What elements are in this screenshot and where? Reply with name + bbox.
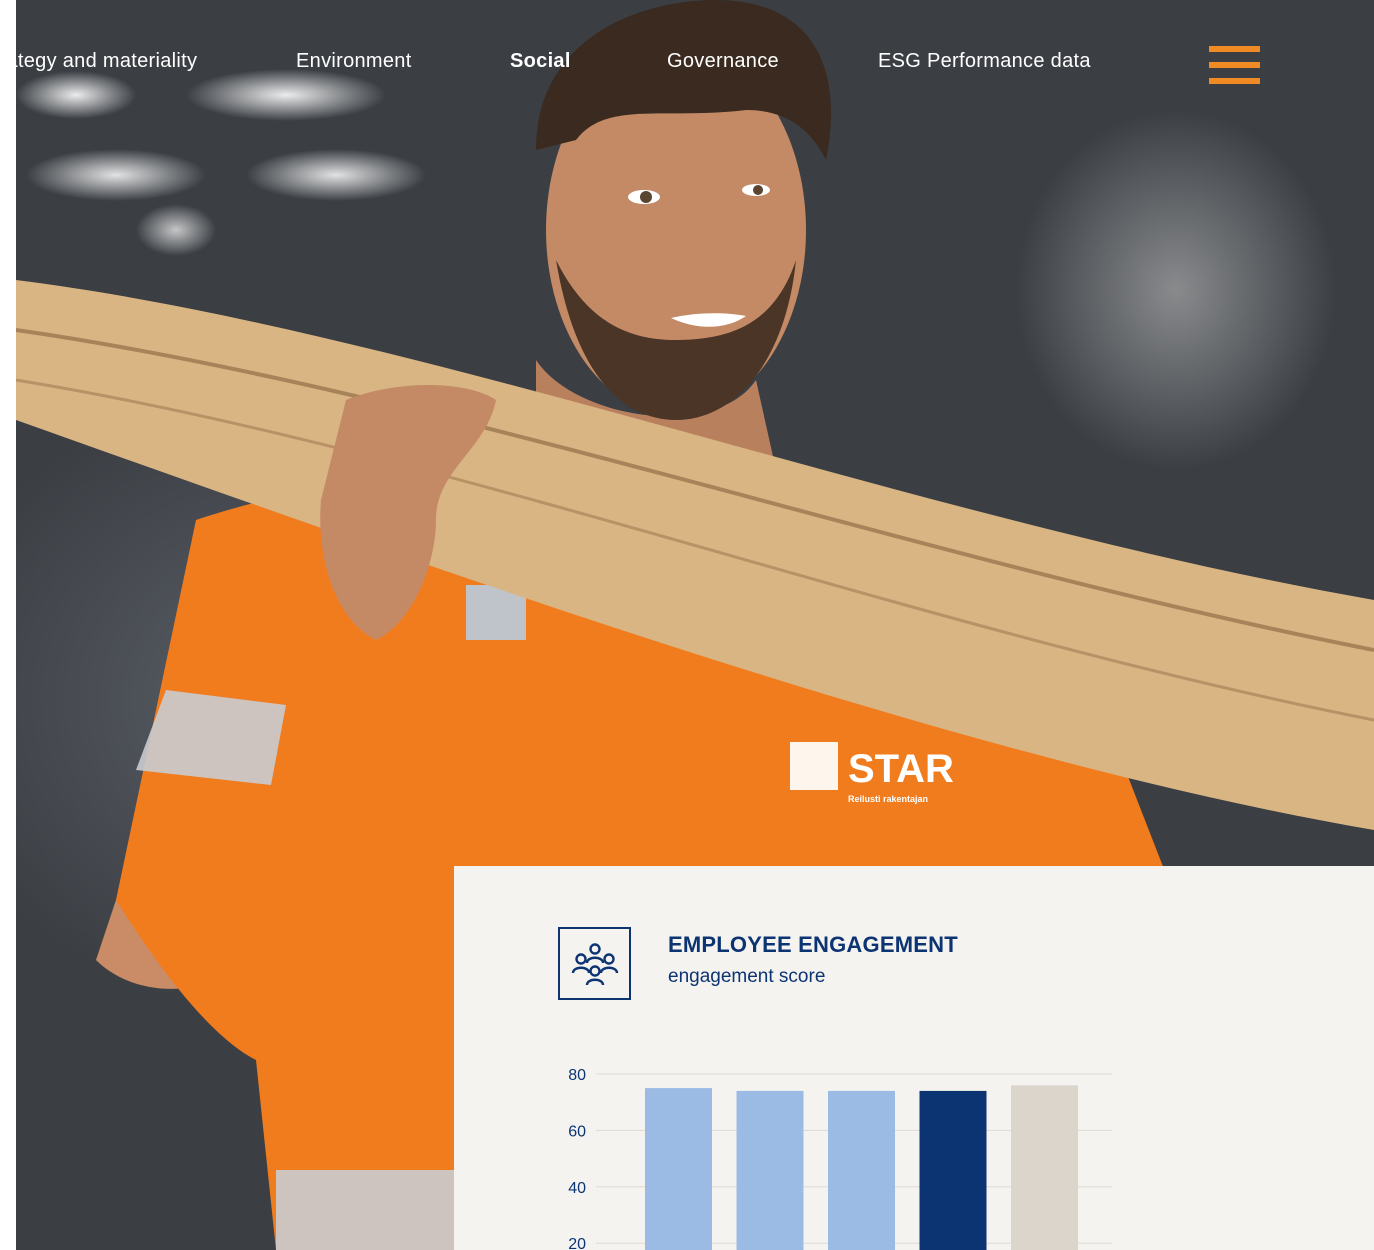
- shirt-logo-text: STAR: [848, 747, 954, 791]
- chart-bar[interactable]: [1011, 1085, 1078, 1250]
- nav-item-esg-performance[interactable]: ESG Performance data: [878, 50, 1091, 73]
- engagement-bar-chart: 20 40 60 80: [568, 1067, 1112, 1250]
- nav-item-environment[interactable]: Environment: [296, 50, 412, 73]
- y-tick-label: 20: [568, 1236, 586, 1250]
- nav-item-social[interactable]: Social: [510, 50, 571, 73]
- shirt-tagline: Reilusti rakentajan: [848, 794, 928, 804]
- y-tick-label: 40: [568, 1180, 586, 1197]
- chart-bar[interactable]: [736, 1090, 804, 1250]
- nav-item-governance[interactable]: Governance: [667, 50, 779, 73]
- y-tick-label: 60: [568, 1123, 586, 1140]
- nav-item-strategy[interactable]: Strategy and materiality: [0, 50, 197, 73]
- chart-bar[interactable]: [828, 1090, 895, 1250]
- y-tick-label: 80: [568, 1067, 586, 1084]
- hamburger-icon[interactable]: [1209, 46, 1261, 86]
- card-subtitle: engagement score: [668, 966, 826, 987]
- chart-bar[interactable]: [645, 1088, 712, 1250]
- card-title: EMPLOYEE ENGAGEMENT: [668, 932, 958, 957]
- people-group-icon: [558, 927, 631, 1000]
- chart-bar[interactable]: [919, 1090, 987, 1250]
- top-navigation: Strategy and materiality Environment Soc…: [0, 44, 1374, 80]
- employee-engagement-card: EMPLOYEE ENGAGEMENT engagement score 20 4…: [454, 866, 1374, 1250]
